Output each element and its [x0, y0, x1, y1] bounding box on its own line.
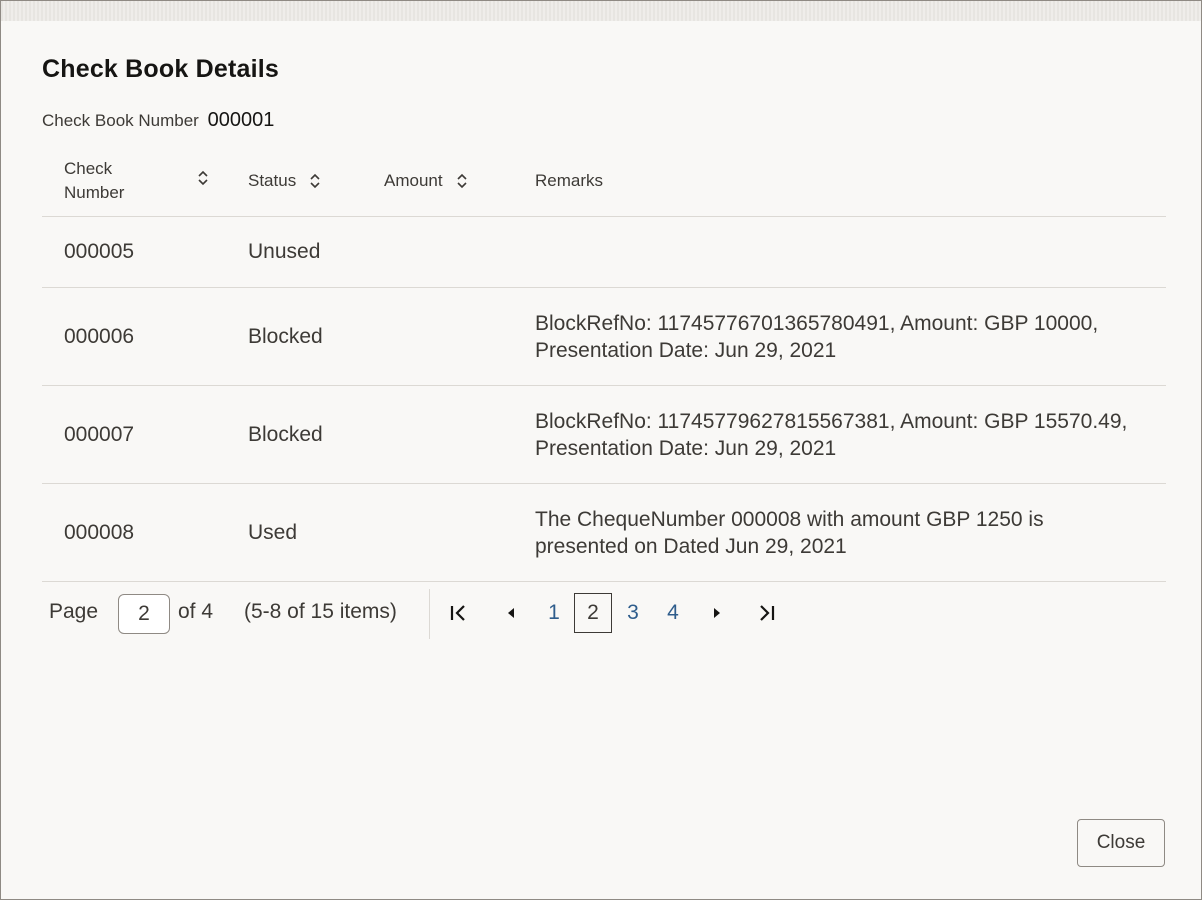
table-header: Check Number Status Amount Remarks	[42, 149, 1166, 217]
remarks-line: Presentation Date: Jun 29, 2021	[535, 338, 837, 362]
page-total-label: of 4	[178, 600, 214, 623]
check-book-number-label: Check Book Number	[42, 111, 199, 130]
cell-status: Blocked	[248, 324, 323, 348]
page-link-2-current[interactable]: 2	[574, 593, 612, 633]
cell-check-number: 000008	[64, 520, 135, 544]
check-book-details-dialog: Check Book Details Check Book Number 000…	[0, 0, 1202, 900]
remarks-line: Presentation Date: Jun 29, 2021	[535, 436, 837, 460]
sort-icon[interactable]	[455, 172, 469, 190]
checks-table: Check Number Status Amount Remarks 00000…	[42, 149, 1166, 582]
column-header-label: Check Number	[64, 157, 124, 205]
next-page-button[interactable]	[704, 599, 730, 627]
cell-status: Used	[248, 520, 298, 544]
next-page-icon	[714, 608, 720, 618]
cell-remarks: BlockRefNo: 11745779627815567381, Amount…	[535, 408, 1155, 462]
sort-icon[interactable]	[196, 169, 210, 187]
cell-remarks: BlockRefNo: 11745776701365780491, Amount…	[535, 310, 1155, 364]
close-button[interactable]: Close	[1077, 819, 1165, 867]
dialog-header-band	[1, 1, 1201, 21]
remarks-line: BlockRefNo: 11745776701365780491, Amount…	[535, 311, 1099, 335]
column-header-label-line1: Check	[64, 159, 113, 178]
page-link-4[interactable]: 4	[654, 593, 692, 633]
column-header-label: Amount	[384, 171, 443, 190]
column-header-check-number[interactable]: Check Number	[64, 157, 208, 205]
remarks-line: presented on Dated Jun 29, 2021	[535, 534, 847, 558]
table-row: 000006 Blocked BlockRefNo: 1174577670136…	[42, 288, 1166, 386]
column-header-label: Status	[248, 171, 297, 190]
last-page-button[interactable]	[753, 599, 779, 627]
sort-icon[interactable]	[308, 172, 322, 190]
page-label: Page	[49, 600, 99, 623]
column-header-label-line2: Number	[64, 183, 125, 202]
check-book-number-line: Check Book Number 000001	[42, 109, 274, 132]
column-header-label: Remarks	[535, 171, 604, 190]
table-row: 000008 Used The ChequeNumber 000008 with…	[42, 484, 1166, 582]
items-range-label: (5-8 of 15 items)	[244, 600, 397, 623]
remarks-line: The ChequeNumber 000008 with amount GBP …	[535, 507, 1044, 531]
first-page-icon	[450, 605, 465, 621]
pagination-divider	[429, 589, 430, 639]
dialog-title: Check Book Details	[42, 55, 280, 83]
table-row: 000005 Unused	[42, 217, 1166, 288]
table-row: 000007 Blocked BlockRefNo: 1174577962781…	[42, 386, 1166, 484]
remarks-line: BlockRefNo: 11745779627815567381, Amount…	[535, 409, 1128, 433]
pagination-bar: Page of 4 (5-8 of 15 items) 1 2 3 4	[42, 583, 1166, 643]
cell-check-number: 000005	[64, 240, 135, 263]
column-header-remarks: Remarks	[535, 169, 603, 193]
page-number-input[interactable]	[118, 594, 170, 634]
cell-status: Unused	[248, 240, 321, 263]
column-header-amount[interactable]: Amount	[384, 169, 469, 193]
cell-remarks: The ChequeNumber 000008 with amount GBP …	[535, 506, 1155, 560]
cell-check-number: 000006	[64, 324, 135, 348]
previous-page-icon	[508, 608, 514, 618]
cell-check-number: 000007	[64, 422, 135, 446]
cell-status: Blocked	[248, 422, 323, 446]
last-page-icon	[760, 605, 775, 621]
column-header-status[interactable]: Status	[248, 169, 322, 193]
page-link-3[interactable]: 3	[614, 593, 652, 633]
first-page-button[interactable]	[446, 599, 472, 627]
check-book-number-value: 000001	[207, 109, 275, 131]
page-link-1[interactable]: 1	[535, 593, 573, 633]
previous-page-button[interactable]	[498, 599, 524, 627]
